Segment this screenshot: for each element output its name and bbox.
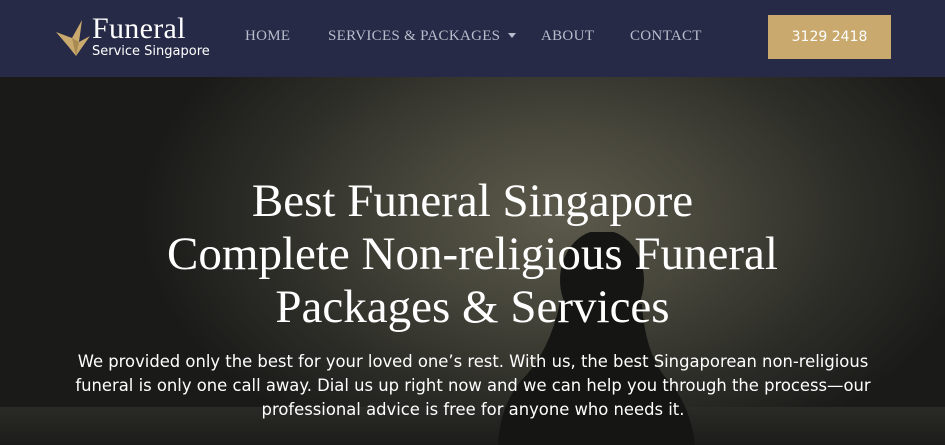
hero-title: Best Funeral Singapore Complete Non-reli… (0, 175, 945, 334)
phone-number: 3129 2418 (791, 29, 868, 45)
nav-contact-label: CONTACT (630, 28, 702, 44)
site-header: Funeral Service Singapore HOME SERVICES … (0, 0, 945, 77)
nav-about[interactable]: ABOUT (541, 28, 594, 45)
phone-call-button[interactable]: 3129 2418 (768, 15, 891, 59)
logo-title: Funeral (92, 12, 186, 45)
nav-home-label: HOME (245, 28, 291, 44)
hero-section: Best Funeral Singapore Complete Non-reli… (0, 77, 945, 445)
hero-title-line-2: Complete Non-religious Funeral (167, 228, 778, 280)
site-logo[interactable]: Funeral Service Singapore (54, 12, 214, 64)
hero-title-line-1: Best Funeral Singapore (251, 175, 694, 227)
nav-about-label: ABOUT (541, 28, 595, 44)
chevron-down-icon (508, 33, 517, 39)
hero-description: We provided only the best for your loved… (75, 352, 871, 419)
logo-subtitle: Service Singapore (92, 44, 210, 59)
nav-services-packages[interactable]: SERVICES & PACKAGES (328, 28, 517, 45)
nav-contact[interactable]: CONTACT (630, 28, 702, 45)
hero-title-line-3: Packages & Services (275, 281, 670, 333)
nav-services-label: SERVICES & PACKAGES (328, 28, 501, 44)
nav-home[interactable]: HOME (245, 28, 290, 45)
